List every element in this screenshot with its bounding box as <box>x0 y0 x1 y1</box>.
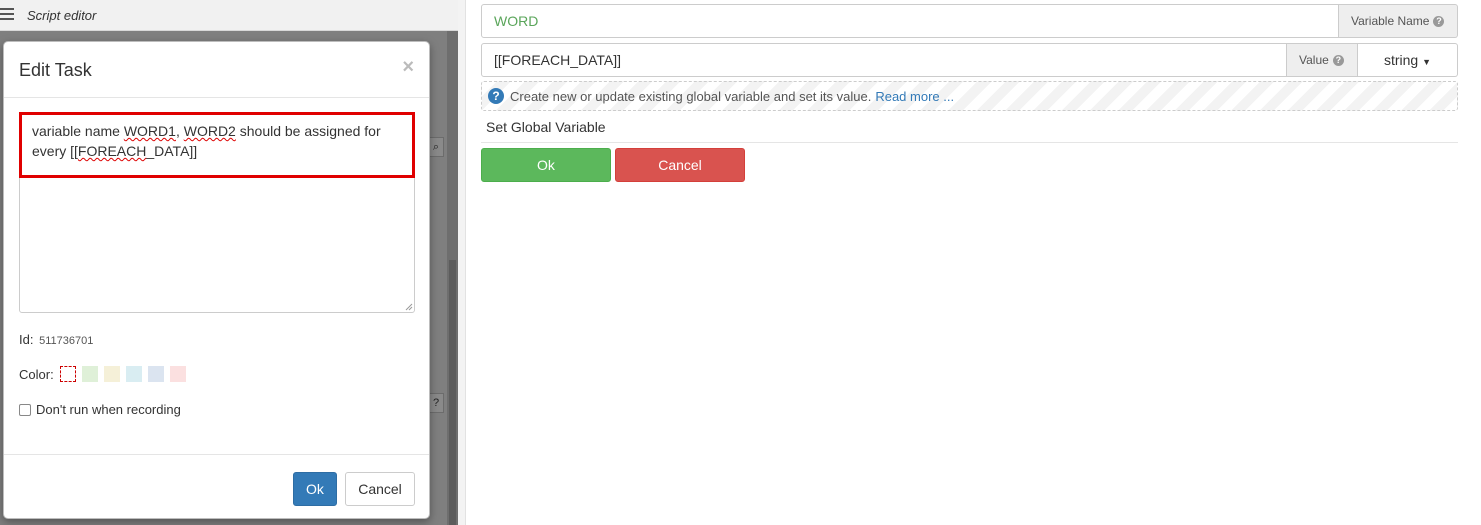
color-label: Color: <box>19 366 54 382</box>
help-icon[interactable]: ? <box>1332 54 1344 66</box>
edit-task-modal: Edit Task × variable name WORD1, WORD2 s… <box>3 41 430 519</box>
modal-title: Edit Task <box>19 60 92 80</box>
menu-icon[interactable] <box>0 8 14 22</box>
dont-run-when-recording-row[interactable]: Don't run when recording <box>19 402 181 417</box>
action-cancel-button[interactable]: Cancel <box>615 148 745 182</box>
color-swatch-green[interactable] <box>81 366 98 382</box>
pane-splitter[interactable] <box>458 0 466 525</box>
search-icon: ⌕ <box>428 137 444 157</box>
read-more-link[interactable]: Read more ... <box>875 89 954 104</box>
color-swatch-cyan[interactable] <box>125 366 142 382</box>
resize-grip-icon[interactable] <box>405 303 413 311</box>
modal-cancel-button[interactable]: Cancel <box>345 472 415 506</box>
modal-footer: Ok Cancel <box>4 454 429 518</box>
editor-scroll-thumb[interactable] <box>449 260 456 525</box>
color-picker-row: Color: <box>19 366 186 382</box>
close-icon[interactable]: × <box>402 56 414 79</box>
variable-name-addon: Variable Name? <box>1339 4 1458 38</box>
variable-name-group: WORD Variable Name? <box>481 4 1458 38</box>
variable-value-input[interactable]: [[FOREACH_DATA]] <box>481 43 1287 77</box>
color-swatch-red[interactable] <box>169 366 186 382</box>
editor-title: Script editor <box>27 8 97 23</box>
color-swatch-yellow[interactable] <box>103 366 120 382</box>
task-id-row: Id: 511736701 <box>19 332 94 347</box>
help-icon[interactable]: ? <box>1433 15 1445 27</box>
modal-ok-button[interactable]: Ok <box>293 472 337 506</box>
action-info-box: ? Create new or update existing global v… <box>481 81 1458 111</box>
value-type-dropdown[interactable]: string ▼ <box>1358 43 1458 77</box>
variable-value-group: [[FOREACH_DATA]] Value? string ▼ <box>481 43 1458 77</box>
variable-value-addon: Value? <box>1287 43 1358 77</box>
action-editor-pane: WORD Variable Name? [[FOREACH_DATA]] Val… <box>467 0 1481 525</box>
task-description-textarea[interactable]: variable name WORD1, WORD2 should be ass… <box>19 112 415 313</box>
divider <box>481 142 1458 143</box>
info-text: Create new or update existing global var… <box>510 88 872 104</box>
editor-header: Script editor <box>0 0 458 31</box>
caret-down-icon: ▼ <box>1422 57 1432 67</box>
question-circle-icon: ? <box>488 88 504 104</box>
dont-run-label: Don't run when recording <box>36 402 181 417</box>
color-swatch-none[interactable] <box>59 366 76 382</box>
action-ok-button[interactable]: Ok <box>481 148 611 182</box>
modal-header: Edit Task × <box>4 42 429 98</box>
task-description-text: variable name WORD1, WORD2 should be ass… <box>32 123 381 159</box>
task-id-value: 511736701 <box>39 335 94 347</box>
action-name: Set Global Variable <box>486 119 606 135</box>
variable-name-input[interactable]: WORD <box>481 4 1339 38</box>
color-swatch-blue[interactable] <box>147 366 164 382</box>
dont-run-checkbox[interactable] <box>19 403 31 416</box>
help-icon: ? <box>428 393 444 413</box>
